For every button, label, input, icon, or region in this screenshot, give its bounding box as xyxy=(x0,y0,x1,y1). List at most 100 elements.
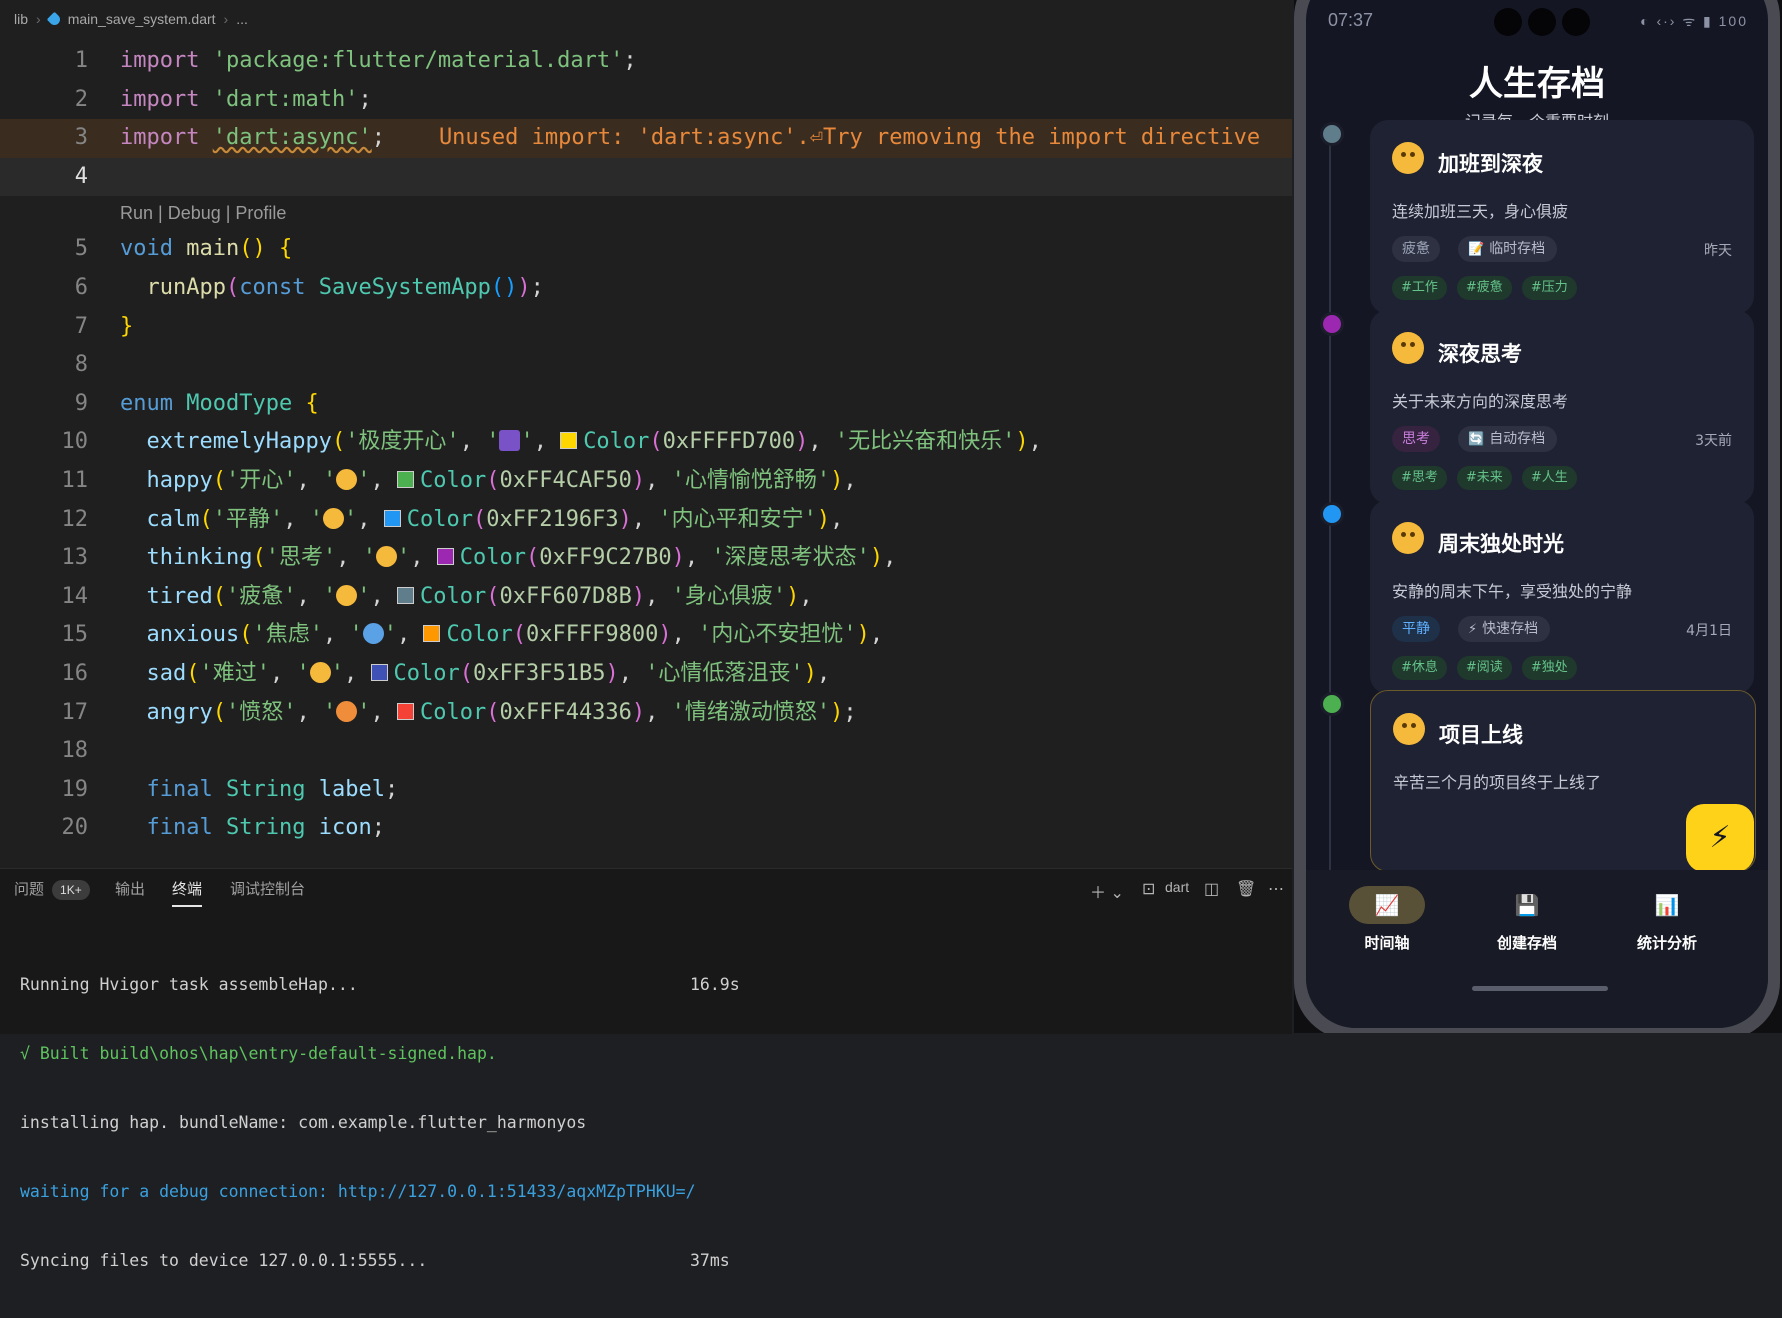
lightning-icon: ⚡ xyxy=(1709,820,1731,855)
debug-connection-link[interactable]: waiting for a debug connection: http://1… xyxy=(20,1180,696,1203)
mood-emoji-icon xyxy=(1393,713,1425,745)
timeline-icon: 📈 xyxy=(1349,886,1425,924)
code-line-18[interactable]: 18 xyxy=(0,732,1292,771)
card-description: 关于未来方向的深度思考 xyxy=(1392,392,1569,411)
nav-item-create-save[interactable]: 💾 创建存档 xyxy=(1472,886,1582,953)
status-icons: ◐ ‹·› ᯤ ▮ 100 xyxy=(1640,13,1748,29)
code-editor[interactable]: lib › main_save_system.dart › ... 1 impor… xyxy=(0,0,1292,868)
code-line-19[interactable]: 19 final String label; xyxy=(0,771,1292,810)
bottom-panel: 问题 1K+ 输出 终端 调试控制台 ＋ ⌄ ⊡ dart ◫ 🗑 ⋯ Runni… xyxy=(0,868,1292,1270)
tag-chip[interactable]: #压力 xyxy=(1521,276,1577,300)
save-type-icon: ⚡ xyxy=(1468,622,1478,637)
tag-chip[interactable]: #疲惫 xyxy=(1456,276,1512,300)
breadcrumb-more[interactable]: ... xyxy=(236,11,248,27)
save-card[interactable]: 加班到深夜 连续加班三天，身心俱疲 疲惫 📝 临时存档 昨天 #工作 #疲惫 #压力 xyxy=(1370,120,1754,314)
color-swatch[interactable] xyxy=(396,586,414,604)
code-line-8[interactable]: 8 xyxy=(0,346,1292,385)
nav-label: 创建存档 xyxy=(1496,934,1557,952)
tab-debug-console[interactable]: 调试控制台 xyxy=(230,879,305,901)
tab-output[interactable]: 输出 xyxy=(115,879,145,901)
card-tags: #思考 #未来 #人生 xyxy=(1392,466,1577,490)
card-tags: #工作 #疲惫 #压力 xyxy=(1392,276,1577,300)
code-line-10[interactable]: 10 extremelyHappy('极度开心', ' ', Color(0xFF… xyxy=(0,423,1292,462)
color-swatch[interactable] xyxy=(370,663,388,681)
breadcrumb-file[interactable]: main_save_system.dart xyxy=(68,11,216,27)
phone-emulator: 07:37 ◐ ‹·› ᯤ ▮ 100 人生存档 记录每一个重要时刻 加班到深夜… xyxy=(1294,0,1782,1033)
nav-item-timeline[interactable]: 📈 时间轴 xyxy=(1332,886,1442,953)
chart-icon: 📊 xyxy=(1654,893,1680,917)
quick-save-fab[interactable]: ⚡ xyxy=(1686,804,1754,872)
tag-chip[interactable]: #休息 xyxy=(1392,656,1447,680)
terminal-shell-name[interactable]: dart xyxy=(1165,879,1189,895)
split-terminal-icon[interactable]: ◫ xyxy=(1204,879,1219,899)
card-time: 昨天 xyxy=(1704,243,1732,259)
emoji-icon xyxy=(336,468,358,490)
code-line-3[interactable]: 3 import 'dart:async'; Unused import: 'dar… xyxy=(0,119,1292,158)
code-line-16[interactable]: 16 sad('难过', ' ', Color(0xFF3F51B5), '心情低… xyxy=(0,655,1292,694)
color-swatch[interactable] xyxy=(423,625,441,643)
tag-chip[interactable]: #思考 xyxy=(1392,466,1447,490)
code-line-7[interactable]: 7} xyxy=(0,308,1292,347)
tag-chip[interactable]: #阅读 xyxy=(1456,656,1512,680)
code-line-13[interactable]: 13 thinking('思考', ' ', Color(0xFF9C27B0),… xyxy=(0,539,1292,578)
save-card[interactable]: 深夜思考 关于未来方向的深度思考 思考 🔄 自动存档 3天前 #思考 #未来 #人生 xyxy=(1370,310,1754,504)
color-swatch[interactable] xyxy=(436,548,454,566)
trash-icon[interactable]: 🗑 xyxy=(1236,879,1256,899)
emoji-icon xyxy=(336,700,358,722)
save-icon: 💾 xyxy=(1514,893,1540,917)
mood-badge: 平静 xyxy=(1392,616,1440,642)
add-terminal-icon[interactable]: ＋ ⌄ xyxy=(1090,879,1124,903)
breadcrumb: lib › main_save_system.dart › ... xyxy=(14,8,248,30)
home-indicator[interactable] xyxy=(1472,986,1608,991)
card-title: 周末独处时光 xyxy=(1438,532,1564,556)
emoji-icon xyxy=(499,430,521,452)
codelens-run-debug-profile[interactable]: Run | Debug | Profile xyxy=(0,196,1292,230)
tag-chip[interactable]: #独处 xyxy=(1521,656,1577,680)
code-line-11[interactable]: 11 happy('开心', ' ', Color(0xFF4CAF50), '心… xyxy=(0,462,1292,501)
timeline-dot xyxy=(1320,312,1344,336)
problems-count-badge: 1K+ xyxy=(52,880,90,900)
mood-emoji-icon xyxy=(1392,522,1424,554)
code-line-6[interactable]: 6 runApp(const SaveSystemApp()); xyxy=(0,269,1292,308)
color-swatch[interactable] xyxy=(560,432,578,450)
tag-chip[interactable]: #工作 xyxy=(1392,276,1447,300)
unused-import-warning[interactable]: Unused import: 'dart:async'.⏎Try removin… xyxy=(439,125,1260,150)
code-line-4[interactable]: 4 xyxy=(0,157,1292,197)
code-line-15[interactable]: 15 anxious('焦虑', ' ', Color(0xFFFF9800), … xyxy=(0,616,1292,655)
tab-problems[interactable]: 问题 1K+ xyxy=(14,879,90,901)
nav-item-statistics[interactable]: 📊 统计分析 xyxy=(1612,886,1722,953)
color-swatch[interactable] xyxy=(383,509,401,527)
code-line-12[interactable]: 12 calm('平静', ' ', Color(0xFF2196F3), '内心… xyxy=(0,501,1292,540)
dart-file-icon xyxy=(46,11,62,27)
emoji-icon xyxy=(336,584,358,606)
code-line-1[interactable]: 1 import 'package:flutter/material.dart'; xyxy=(0,42,1292,81)
more-icon[interactable]: ⋯ xyxy=(1268,879,1284,899)
emoji-icon xyxy=(375,546,397,568)
phone-screen[interactable]: 07:37 ◐ ‹·› ᯤ ▮ 100 人生存档 记录每一个重要时刻 加班到深夜… xyxy=(1306,0,1768,1028)
card-time: 4月1日 xyxy=(1686,623,1732,639)
code-line-2[interactable]: 2 import 'dart:math'; xyxy=(0,81,1292,120)
nav-label: 统计分析 xyxy=(1636,934,1697,952)
chevron-right-icon: › xyxy=(223,11,229,27)
status-bar: 07:37 ◐ ‹·› ᯤ ▮ 100 xyxy=(1328,8,1748,38)
code-line-17[interactable]: 17 angry('愤怒', ' ', Color(0xFFF44336), '情… xyxy=(0,694,1292,733)
save-card[interactable]: 周末独处时光 安静的周末下午，享受独处的宁静 平静 ⚡ 快速存档 4月1日 #休息 #阅读 #独… xyxy=(1370,500,1754,694)
code-line-9[interactable]: 9 enum MoodType { xyxy=(0,385,1292,424)
color-swatch[interactable] xyxy=(396,702,414,720)
code-line-20[interactable]: 20 final String icon; xyxy=(0,809,1292,848)
card-description: 辛苦三个月的项目终于上线了 xyxy=(1393,773,1602,792)
breadcrumb-root[interactable]: lib xyxy=(14,11,28,27)
tag-chip[interactable]: #人生 xyxy=(1521,466,1577,490)
card-tags: #休息 #阅读 #独处 xyxy=(1392,656,1577,680)
tag-chip[interactable]: #未来 xyxy=(1456,466,1512,490)
tab-terminal[interactable]: 终端 xyxy=(172,879,203,907)
mood-emoji-icon xyxy=(1392,142,1424,174)
code-line-5[interactable]: 5 void main() { xyxy=(0,230,1292,269)
code-line-14[interactable]: 14 tired('疲惫', ' ', Color(0xFF607D8B), '身… xyxy=(0,578,1292,617)
color-swatch[interactable] xyxy=(396,470,414,488)
chevron-right-icon: › xyxy=(36,11,41,27)
terminal-output[interactable]: Running Hvigor task assembleHap... 16.9s … xyxy=(20,927,740,1318)
timeline-dot xyxy=(1320,502,1344,526)
code-area[interactable]: 1 import 'package:flutter/material.dart';… xyxy=(0,42,1292,848)
terminal-icon[interactable]: ⊡ xyxy=(1142,879,1155,899)
